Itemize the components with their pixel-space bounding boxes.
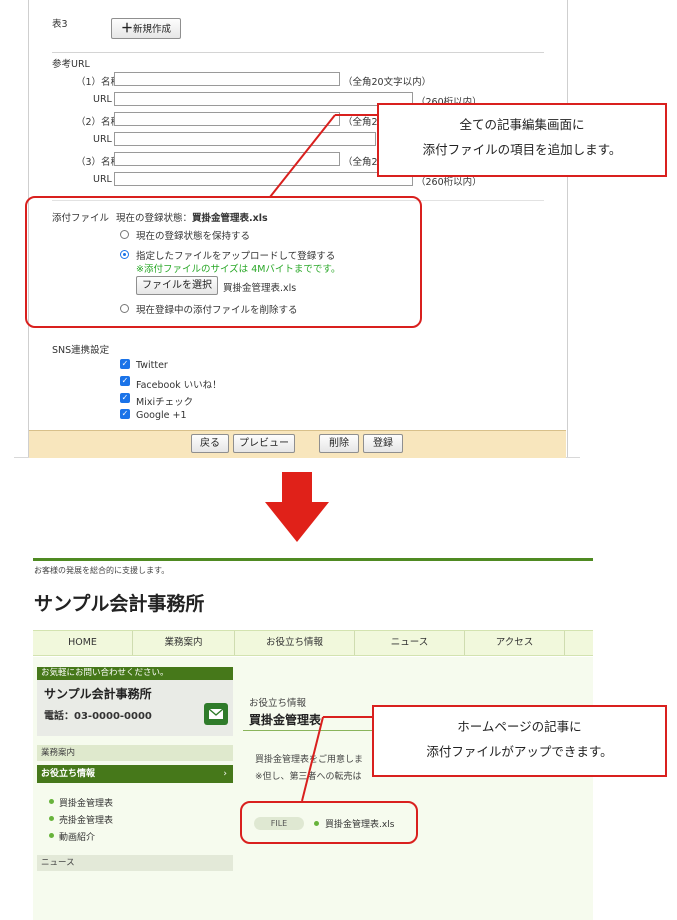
connector-line-bottom (301, 716, 324, 802)
connector-line-top (269, 114, 336, 198)
callout-connectors (269, 114, 378, 802)
